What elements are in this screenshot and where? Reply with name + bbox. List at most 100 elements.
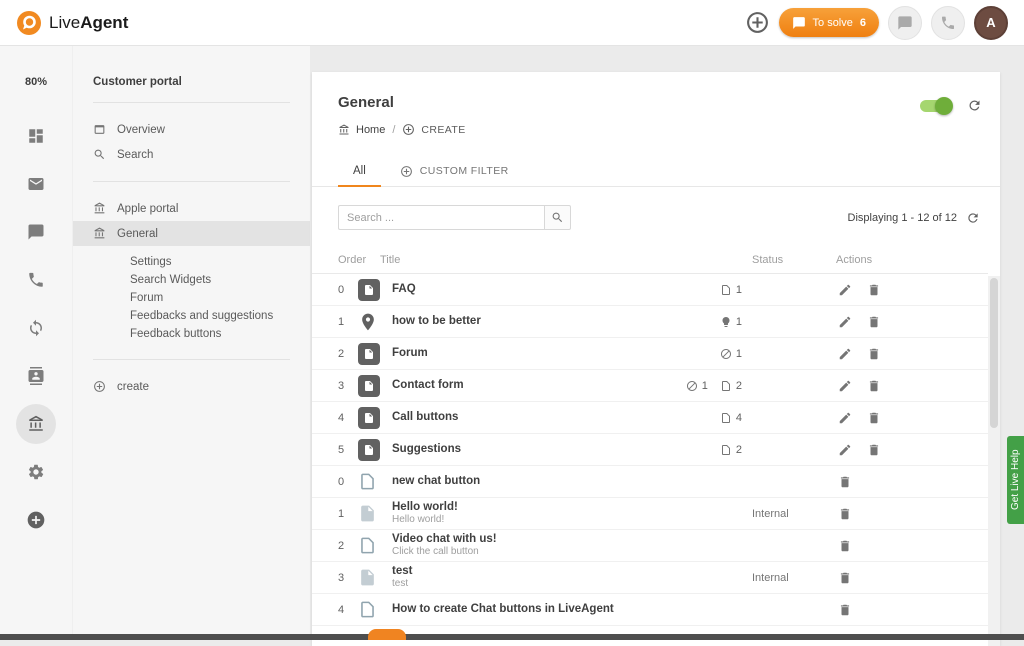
table-row[interactable]: 5 Suggestions 2 <box>312 434 988 466</box>
rail-item-customer-portal[interactable] <box>16 404 56 444</box>
tab-bar: All CUSTOM FILTER <box>312 156 1000 187</box>
row-status: Internal <box>752 572 836 584</box>
rail-item-contacts[interactable] <box>16 356 56 396</box>
sidebar-subitem-forum[interactable]: Forum <box>73 289 310 307</box>
row-badges: 12 <box>648 380 752 392</box>
get-live-help-button[interactable]: Get Live Help <box>1007 436 1024 524</box>
edit-icon[interactable] <box>838 379 852 393</box>
sidebar-item-general[interactable]: General <box>73 221 310 246</box>
row-order: 4 <box>338 604 358 616</box>
delete-icon[interactable] <box>867 411 881 425</box>
article-icon <box>358 343 380 365</box>
rail-item-settings[interactable] <box>16 452 56 492</box>
table-row[interactable]: 3 test test Internal <box>312 562 988 594</box>
rail-item-add[interactable] <box>16 500 56 540</box>
search-input[interactable] <box>338 205 544 230</box>
table-row[interactable]: 4 Call buttons 4 <box>312 402 988 434</box>
edit-icon[interactable] <box>838 443 852 457</box>
article-icon <box>358 279 380 301</box>
file-badge: 4 <box>720 412 742 424</box>
plus-circle-icon <box>93 380 106 393</box>
rail-item-tickets[interactable] <box>16 164 56 204</box>
delete-icon[interactable] <box>867 347 881 361</box>
to-solve-button[interactable]: To solve 6 <box>779 8 879 37</box>
table-row[interactable]: 2 Video chat with us! Click the call but… <box>312 530 988 562</box>
sidebar-subitem-feedback-buttons[interactable]: Feedback buttons <box>73 325 310 343</box>
app-logo[interactable]: LiveAgent <box>16 10 128 36</box>
messages-button[interactable] <box>888 6 922 40</box>
row-order: 1 <box>338 316 358 328</box>
breadcrumb-home[interactable]: Home <box>338 124 385 136</box>
table-row[interactable]: 2 Forum 1 <box>312 338 988 370</box>
calls-button[interactable] <box>931 6 965 40</box>
row-title: How to create Chat buttons in LiveAgent <box>392 603 648 617</box>
tab-all[interactable]: All <box>338 156 381 186</box>
delete-icon[interactable] <box>838 507 852 521</box>
sidebar-item-apple-portal[interactable]: Apple portal <box>73 196 310 221</box>
scrollbar-thumb[interactable] <box>990 278 998 428</box>
rail-item-automation[interactable] <box>16 308 56 348</box>
rail-item-dashboard[interactable] <box>16 116 56 156</box>
delete-icon[interactable] <box>867 379 881 393</box>
refresh-button[interactable] <box>966 211 980 225</box>
sidebar-subitem-settings[interactable]: Settings <box>73 253 310 271</box>
row-actions <box>836 571 988 585</box>
row-order: 3 <box>338 572 358 584</box>
file-light-icon <box>358 504 377 523</box>
edit-icon[interactable] <box>838 283 852 297</box>
row-badges: 1 <box>648 348 752 360</box>
column-order: Order <box>338 254 380 266</box>
add-button[interactable] <box>745 10 770 35</box>
bottom-scrollbar[interactable] <box>0 634 1024 640</box>
edit-icon[interactable] <box>838 347 852 361</box>
plus-circle-icon <box>402 123 415 136</box>
bulb-icon <box>720 316 732 328</box>
row-order: 2 <box>338 540 358 552</box>
edit-icon[interactable] <box>838 411 852 425</box>
search-button[interactable] <box>544 205 571 230</box>
row-badges: 4 <box>648 412 752 424</box>
delete-icon[interactable] <box>838 475 852 489</box>
sidebar: Customer portal Overview Search <box>72 46 310 640</box>
sync-icon <box>27 319 45 337</box>
badge-count: 1 <box>736 348 742 360</box>
delete-icon[interactable] <box>867 283 881 297</box>
delete-icon[interactable] <box>867 443 881 457</box>
breadcrumb: Home / CREATE <box>338 123 974 136</box>
tab-custom-filter[interactable]: CUSTOM FILTER <box>385 156 524 186</box>
portal-active-toggle[interactable] <box>920 100 950 112</box>
badge-count: 1 <box>702 380 708 392</box>
edit-icon[interactable] <box>838 315 852 329</box>
search-box <box>338 205 571 230</box>
search-icon <box>551 211 564 224</box>
sidebar-item-label: General <box>117 228 158 240</box>
sidebar-item-create[interactable]: create <box>73 374 310 399</box>
rail-item-calls[interactable] <box>16 260 56 300</box>
sidebar-item-overview[interactable]: Overview <box>73 117 310 142</box>
delete-icon[interactable] <box>838 603 852 617</box>
refresh-button[interactable] <box>967 98 982 113</box>
search-icon <box>93 148 106 161</box>
rail-item-chats[interactable] <box>16 212 56 252</box>
table-row[interactable]: 0 FAQ 1 <box>312 274 988 306</box>
delete-icon[interactable] <box>838 571 852 585</box>
row-icon <box>358 343 392 365</box>
file-icon <box>720 284 732 296</box>
table-row[interactable]: 0 new chat button <box>312 466 988 498</box>
table-row[interactable]: 3 Contact form 12 <box>312 370 988 402</box>
delete-icon[interactable] <box>867 315 881 329</box>
sidebar-item-search[interactable]: Search <box>73 142 310 167</box>
table-row[interactable]: 1 how to be better 1 <box>312 306 988 338</box>
breadcrumb-create[interactable]: CREATE <box>402 123 465 136</box>
sidebar-subitem-feedbacks[interactable]: Feedbacks and suggestions <box>73 307 310 325</box>
sidebar-subitem-search-widgets[interactable]: Search Widgets <box>73 271 310 289</box>
table-row[interactable]: 4 How to create Chat buttons in LiveAgen… <box>312 594 988 626</box>
column-actions: Actions <box>836 254 988 266</box>
chat-widget-peek[interactable] <box>368 629 406 640</box>
delete-icon[interactable] <box>838 539 852 553</box>
article-icon <box>358 439 380 461</box>
scrollbar[interactable] <box>988 276 1000 646</box>
table-row[interactable]: 1 Hello world! Hello world! Internal <box>312 498 988 530</box>
avatar[interactable]: A <box>974 6 1008 40</box>
row-order: 1 <box>338 508 358 520</box>
